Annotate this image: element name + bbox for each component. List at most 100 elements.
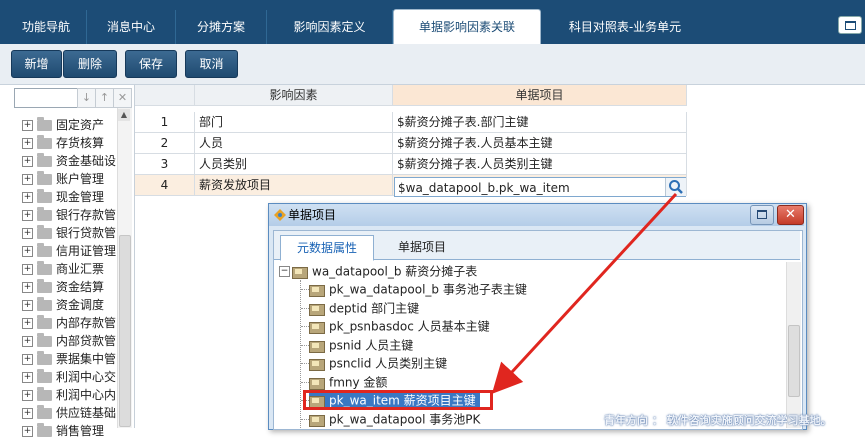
dialog-app-icon	[274, 209, 286, 221]
expand-icon[interactable]: +	[22, 138, 33, 149]
column-header-item[interactable]: 单据项目	[393, 85, 687, 106]
expand-icon[interactable]: +	[22, 246, 33, 257]
tree-item-label: 银行贷款管理	[56, 226, 116, 240]
factor-cell-selected[interactable]: 薪资发放项目	[195, 175, 393, 196]
tree-guide-line	[301, 289, 309, 290]
tree-item[interactable]: + 利润中心内部	[22, 387, 116, 404]
highlight-box	[303, 390, 493, 410]
close-button[interactable]: ✕	[777, 205, 804, 225]
tree-item[interactable]: + 商业汇票	[22, 261, 116, 278]
expand-icon[interactable]: +	[22, 120, 33, 131]
grid-corner	[135, 85, 195, 106]
clear-icon[interactable]: ✕	[113, 88, 132, 108]
tab-metadata-attributes[interactable]: 元数据属性	[280, 235, 374, 261]
tab-factor-definition[interactable]: 影响因素定义	[267, 10, 393, 44]
tree-item[interactable]: + 利润中心交易	[22, 369, 116, 386]
save-button[interactable]: 保存	[125, 50, 177, 78]
tree-item[interactable]: + 账户管理	[22, 171, 116, 188]
window-restore-button[interactable]	[838, 16, 862, 34]
factor-cell[interactable]: 部门	[195, 112, 393, 133]
item-edit-input[interactable]: $wa_datapool_b.pk_wa_item	[394, 177, 686, 197]
expand-icon[interactable]: +	[22, 156, 33, 167]
cancel-button[interactable]: 取消	[185, 50, 238, 78]
expand-icon[interactable]: +	[22, 408, 33, 419]
expand-icon[interactable]: +	[22, 318, 33, 329]
column-header-factor[interactable]: 影响因素	[195, 85, 393, 106]
tab-doc-items[interactable]: 单据项目	[376, 235, 468, 259]
folder-icon	[37, 369, 52, 383]
tree-item[interactable]: + 资金调度	[22, 297, 116, 314]
dialog-scroll-thumb[interactable]	[788, 325, 800, 397]
expand-icon[interactable]: +	[22, 354, 33, 365]
tab-doc-factor-link[interactable]: 单据影响因素关联	[393, 9, 541, 45]
tree-search-input[interactable]	[14, 88, 78, 108]
tab-account-mapping[interactable]: 科目对照表-业务单元	[541, 10, 709, 44]
factor-cell[interactable]: 人员类别	[195, 154, 393, 175]
tree-item[interactable]: + 内部存款管理	[22, 315, 116, 332]
tree-guide-line	[301, 381, 309, 383]
tree-field-label: deptid 部门主键	[329, 301, 420, 315]
tree-item[interactable]: + 银行贷款管理	[22, 225, 116, 242]
tree-field-node[interactable]: pk_psnbasdoc 人员基本主键	[309, 317, 490, 335]
expand-icon[interactable]: +	[22, 174, 33, 185]
tree-item[interactable]: + 内部贷款管理	[22, 333, 116, 350]
tree-item[interactable]: + 资金基础设置	[22, 153, 116, 170]
field-icon	[309, 320, 325, 334]
arrow-down-icon[interactable]: ↓	[77, 88, 96, 108]
expand-icon[interactable]: +	[22, 336, 33, 347]
tab-message-center[interactable]: 消息中心	[87, 10, 176, 44]
expand-icon[interactable]: +	[22, 282, 33, 293]
item-cell[interactable]: $薪资分摊子表.人员类别主键	[393, 154, 687, 175]
tree-item-label: 商业汇票	[56, 262, 105, 276]
arrow-up-icon[interactable]: ↑	[95, 88, 114, 108]
tree-field-node[interactable]: psnid 人员主键	[309, 336, 413, 354]
folder-icon	[37, 279, 52, 293]
tree-item-label: 利润中心交易	[56, 370, 116, 384]
tab-function-nav[interactable]: 功能导航	[6, 10, 87, 44]
factor-cell[interactable]: 人员	[195, 133, 393, 154]
expand-icon[interactable]: +	[22, 228, 33, 239]
folder-icon	[37, 405, 52, 419]
tree-item[interactable]: + 现金管理	[22, 189, 116, 206]
tree-field-node[interactable]: pk_wa_datapool 事务池PK	[309, 410, 480, 428]
watermark-text: 青年方向 ： 软件咨询实施顾问交流学习基地。	[604, 414, 832, 427]
item-cell[interactable]: $薪资分摊子表.人员基本主键	[393, 133, 687, 154]
field-icon	[309, 339, 325, 353]
expand-icon[interactable]: +	[22, 192, 33, 203]
tree-field-node[interactable]: fmny 金额	[309, 373, 387, 391]
tree-item[interactable]: + 销售管理	[22, 423, 116, 440]
folder-icon	[37, 225, 52, 239]
expand-icon[interactable]: +	[22, 210, 33, 221]
tab-allocation-plan[interactable]: 分摊方案	[176, 10, 267, 44]
tree-item[interactable]: + 银行存款管理	[22, 207, 116, 224]
tree-field-node[interactable]: psnclid 人员类别主键	[309, 354, 447, 372]
tree-item[interactable]: + 供应链基础	[22, 405, 116, 422]
tree-root-node[interactable]: wa_datapool_b 薪资分摊子表	[292, 262, 477, 280]
folder-icon	[37, 135, 52, 149]
folder-icon	[37, 297, 52, 311]
delete-button[interactable]: 删除	[63, 50, 117, 78]
add-button[interactable]: 新增	[11, 50, 62, 78]
expand-icon[interactable]: +	[22, 372, 33, 383]
folder-icon	[37, 171, 52, 185]
expand-icon[interactable]: +	[22, 390, 33, 401]
collapse-icon[interactable]: −	[279, 266, 290, 277]
field-icon	[309, 283, 325, 297]
tree-item[interactable]: + 资金结算	[22, 279, 116, 296]
scroll-up-icon[interactable]: ▲	[118, 109, 130, 121]
tree-item[interactable]: + 信用证管理	[22, 243, 116, 260]
tree-item[interactable]: + 存货核算	[22, 135, 116, 152]
dialog-titlebar[interactable]	[269, 204, 804, 226]
tree-item-label: 利润中心内部	[56, 388, 116, 402]
left-scroll-thumb[interactable]	[119, 235, 131, 427]
tree-field-node[interactable]: deptid 部门主键	[309, 299, 419, 317]
expand-icon[interactable]: +	[22, 264, 33, 275]
tree-item[interactable]: + 固定资产	[22, 117, 116, 134]
tree-field-label: pk_wa_datapool 事务池PK	[329, 412, 481, 426]
tree-item[interactable]: + 票据集中管理	[22, 351, 116, 368]
expand-icon[interactable]: +	[22, 300, 33, 311]
maximize-button[interactable]	[750, 205, 774, 225]
search-icon[interactable]	[665, 178, 686, 196]
tree-field-node[interactable]: pk_wa_datapool_b 事务池子表主键	[309, 280, 527, 298]
item-cell[interactable]: $薪资分摊子表.部门主键	[393, 112, 687, 133]
